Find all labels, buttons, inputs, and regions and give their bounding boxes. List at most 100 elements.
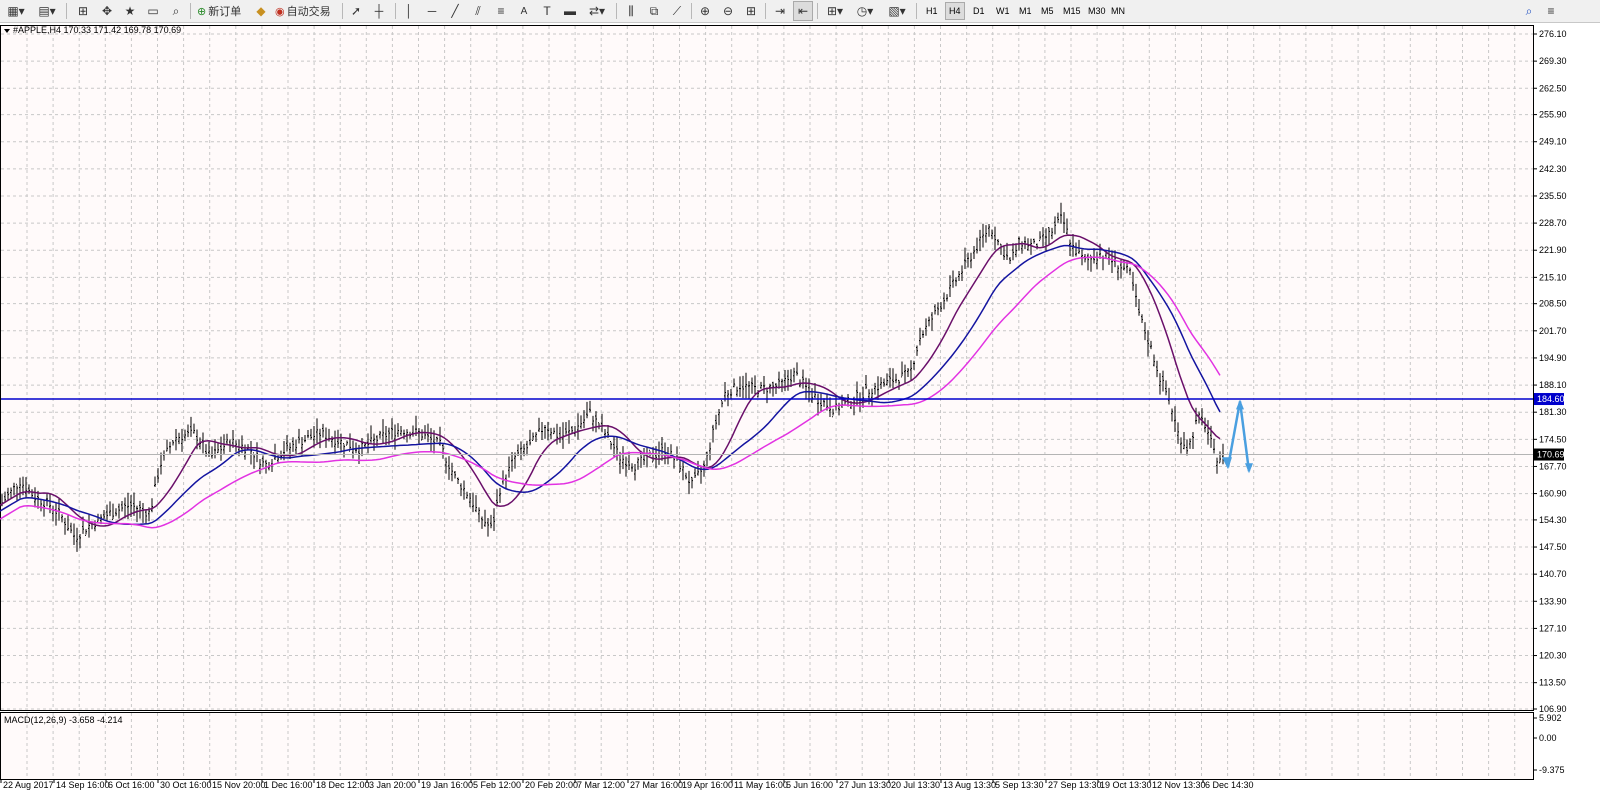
price-axis-label: 262.50 — [1539, 83, 1567, 93]
new-order-label: 新订单 — [208, 6, 242, 18]
new-chart-icon[interactable]: ▦▾ — [3, 2, 29, 20]
current-price-label: 170.69 — [1537, 450, 1565, 460]
macd-axis-label: 0.00 — [1539, 733, 1557, 743]
time-axis-label: 27 Sep 13:30 — [1048, 780, 1102, 790]
indicators-dropdown-icon[interactable]: ⊞▾ — [822, 2, 848, 20]
price-axis-label: 201.70 — [1539, 326, 1567, 336]
time-axis-label: 3 Jan 20:00 — [369, 780, 416, 790]
time-axis-label: 6 Oct 16:00 — [108, 780, 155, 790]
terminal-icon[interactable]: ▭ — [144, 2, 162, 20]
hline-price-label: 184.60 — [1537, 394, 1565, 404]
candlestick-icon[interactable]: ⧉ — [645, 2, 663, 20]
label-icon[interactable]: ▬ — [561, 2, 579, 20]
time-axis-label: 13 Aug 13:30 — [943, 780, 996, 790]
search-icon[interactable]: ⌕ — [1520, 2, 1538, 20]
navigator-icon[interactable]: ✥ — [98, 2, 116, 20]
time-axis-label: 22 Aug 2017 — [3, 780, 54, 790]
tile-windows-icon[interactable]: ⊞ — [742, 2, 760, 20]
price-axis-label: 181.30 — [1539, 407, 1567, 417]
timeframe-m1[interactable]: M1 — [1016, 3, 1035, 19]
macd-label: MACD(12,26,9) -3.658 -4.214 — [4, 715, 123, 725]
toolbar-separator — [66, 3, 67, 19]
auto-trading-button[interactable]: ◉ 自动交易 — [275, 2, 337, 20]
bar-chart-icon[interactable]: ⫼ — [622, 2, 640, 20]
time-axis-label: 1 Dec 16:00 — [264, 780, 313, 790]
price-chart[interactable]: 276.10 269.30 262.50 255.90 249.10 242.30 235.… — [0, 22, 1600, 809]
timeframe-mn[interactable]: MN — [1108, 3, 1128, 19]
time-axis-label: 19 Jan 16:00 — [421, 780, 473, 790]
price-axis-label: 269.30 — [1539, 56, 1567, 66]
price-axis-label: 133.90 — [1539, 596, 1567, 606]
time-axis-label: 27 Mar 16:00 — [630, 780, 683, 790]
fibonacci-icon[interactable]: ≡ — [492, 2, 510, 20]
vertical-line-icon[interactable]: │ — [400, 2, 418, 20]
text-label-icon[interactable]: T — [538, 2, 556, 20]
toolbar-separator — [916, 3, 917, 19]
time-axis-label: 5 Jun 16:00 — [786, 780, 833, 790]
time-axis-label: 11 May 16:00 — [734, 780, 788, 790]
chart-shift-icon[interactable]: ⇤ — [793, 1, 813, 21]
price-axis-label: 228.70 — [1539, 218, 1567, 228]
price-axis-label: 167.70 — [1539, 461, 1567, 471]
time-axis-label: 5 Feb 12:00 — [473, 780, 521, 790]
price-axis-label: 140.70 — [1539, 569, 1567, 579]
main-toolbar: ▦▾ ▤▾ ⊞ ✥ ★ ▭ ⌕ ⊕ 新订单 ◆ ◉ 自动交易 ➚ ┼ │ ─ ╱ ⫽… — [0, 0, 1600, 23]
auto-trading-label: 自动交易 — [286, 6, 331, 18]
cursor-icon[interactable]: ➚ — [347, 2, 365, 20]
market-watch-icon[interactable]: ⊞ — [74, 2, 92, 20]
price-axis-label: 235.50 — [1539, 191, 1567, 201]
main-panel — [0, 25, 1534, 711]
timeframe-m30[interactable]: M30 — [1085, 3, 1109, 19]
timeframe-m15[interactable]: M15 — [1060, 3, 1084, 19]
timeframe-h1[interactable]: H1 — [923, 3, 941, 19]
price-axis-label: 242.30 — [1539, 164, 1567, 174]
timeframe-d1[interactable]: D1 — [970, 3, 988, 19]
time-axis-label: 27 Jun 13:30 — [839, 780, 891, 790]
menu-icon[interactable]: ≡ — [1542, 2, 1560, 20]
new-order-button[interactable]: ⊕ 新订单 — [197, 2, 249, 20]
periods-dropdown-icon[interactable]: ◷▾ — [852, 2, 878, 20]
price-axis-label: 127.10 — [1539, 623, 1567, 633]
price-axis-label: 255.90 — [1539, 110, 1567, 120]
timeframe-h4[interactable]: H4 — [945, 2, 965, 20]
time-axis-label: 12 Nov 13:30 — [1152, 780, 1206, 790]
strategy-tester-icon[interactable]: ⌕ — [167, 2, 185, 20]
profiles-icon[interactable]: ▤▾ — [34, 2, 60, 20]
meta-editor-icon[interactable]: ◆ — [252, 2, 270, 20]
price-axis-label: 120.30 — [1539, 651, 1567, 661]
toolbar-separator — [342, 3, 343, 19]
timeframe-m5[interactable]: M5 — [1038, 3, 1057, 19]
price-axis-label: 174.50 — [1539, 434, 1567, 444]
text-tool-icon[interactable]: A — [515, 2, 533, 20]
auto-trading-icon: ◉ — [275, 5, 285, 18]
trendline-icon[interactable]: ╱ — [446, 2, 464, 20]
horizontal-line-icon[interactable]: ─ — [423, 2, 441, 20]
time-axis-label: 30 Oct 16:00 — [160, 780, 212, 790]
zoom-in-icon[interactable]: ⊕ — [696, 2, 714, 20]
toolbar-separator — [691, 3, 692, 19]
time-axis-label: 20 Jul 13:30 — [891, 780, 940, 790]
zoom-out-icon[interactable]: ⊖ — [719, 2, 737, 20]
crosshair-icon[interactable]: ┼ — [370, 2, 388, 20]
toolbar-separator — [817, 3, 818, 19]
price-axis-label: 147.50 — [1539, 542, 1567, 552]
time-axis-label: 20 Feb 20:00 — [525, 780, 578, 790]
auto-scroll-icon[interactable]: ⇥ — [771, 2, 789, 20]
price-axis-label: 249.10 — [1539, 137, 1567, 147]
price-axis-label: 154.30 — [1539, 515, 1567, 525]
time-axis-label: 5 Sep 13:30 — [995, 780, 1044, 790]
toolbar-separator — [765, 3, 766, 19]
macd-axis-label: -9.375 — [1539, 765, 1565, 775]
chart-symbol-header: #APPLE,H4 170.33 171.42 169.78 170.69 — [13, 25, 181, 35]
shapes-dropdown-icon[interactable]: ⇄▾ — [584, 2, 610, 20]
line-chart-icon[interactable]: ⟋ — [668, 2, 686, 20]
time-axis-label: 19 Apr 16:00 — [682, 780, 733, 790]
price-axis-label: 113.50 — [1539, 678, 1566, 688]
time-axis-label: 14 Sep 16:00 — [56, 780, 110, 790]
time-axis-label: 6 Dec 14:30 — [1205, 780, 1254, 790]
timeframe-w1[interactable]: W1 — [993, 3, 1013, 19]
channel-icon[interactable]: ⫽ — [469, 2, 487, 20]
price-axis-label: 188.10 — [1539, 380, 1567, 390]
favorites-icon[interactable]: ★ — [121, 2, 139, 20]
templates-dropdown-icon[interactable]: ▧▾ — [884, 2, 910, 20]
